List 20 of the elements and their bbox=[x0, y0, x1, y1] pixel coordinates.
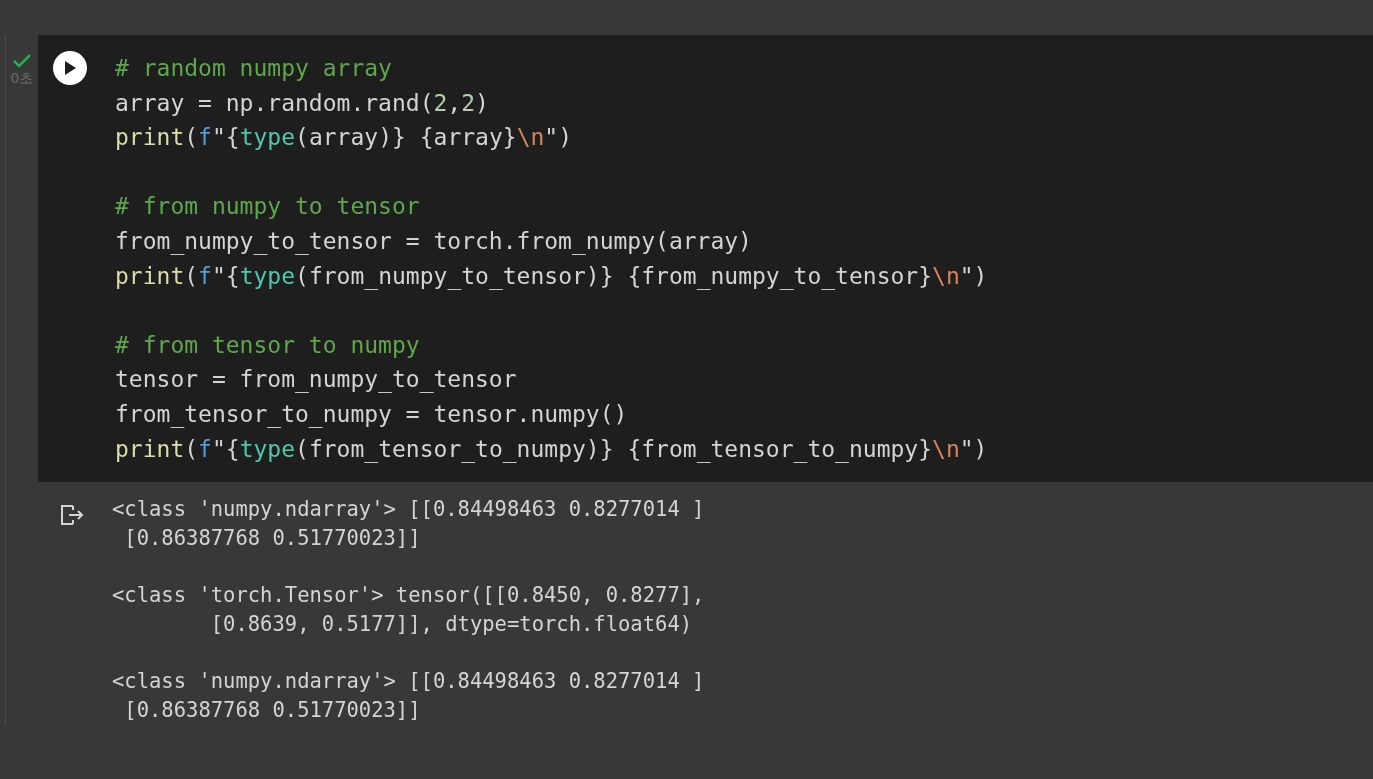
output-line: [0.8639, 0.5177]], dtype=torch.float64) bbox=[209, 611, 694, 639]
code-editor[interactable] bbox=[38, 35, 1373, 483]
output-icon[interactable] bbox=[60, 504, 84, 527]
run-button[interactable] bbox=[53, 51, 87, 85]
code-line: # from numpy to tensor bbox=[115, 192, 421, 222]
code-line: from_numpy_to_tensor = torch.from_numpy(array) bbox=[115, 226, 753, 257]
output-line: <class 'torch.Tensor'> tensor([[0.8450, 0.8277], bbox=[112, 582, 705, 610]
code-line: print(f"{type(from_numpy_to_tensor)} {from_numpy_to_tensor}\n") bbox=[115, 261, 988, 292]
output-line: <class 'numpy.ndarray'> [[0.84498463 0.8277014 ] bbox=[112, 496, 705, 524]
output-line: [0.86387768 0.51770023]] bbox=[123, 697, 422, 725]
code-line: tensor = from_numpy_to_tensor bbox=[115, 365, 518, 395]
output-line: <class 'numpy.ndarray'> [[0.84498463 0.8277014 ] bbox=[112, 668, 705, 696]
code-line: # from tensor to numpy bbox=[115, 330, 421, 360]
output-line: [0.86387768 0.51770023]] bbox=[123, 525, 422, 553]
code-line: # random numpy array bbox=[115, 54, 393, 83]
code-line: from_tensor_to_numpy = tensor.numpy() bbox=[115, 399, 629, 430]
play-icon bbox=[63, 60, 77, 76]
code-line: print(f"{type(from_tensor_to_numpy)} {from_tensor_to_numpy}\n") bbox=[115, 434, 988, 465]
code-line: print(f"{type(array)} {array}\n") bbox=[115, 123, 574, 153]
code-line: array = np.random.rand(2,2) bbox=[115, 88, 490, 118]
